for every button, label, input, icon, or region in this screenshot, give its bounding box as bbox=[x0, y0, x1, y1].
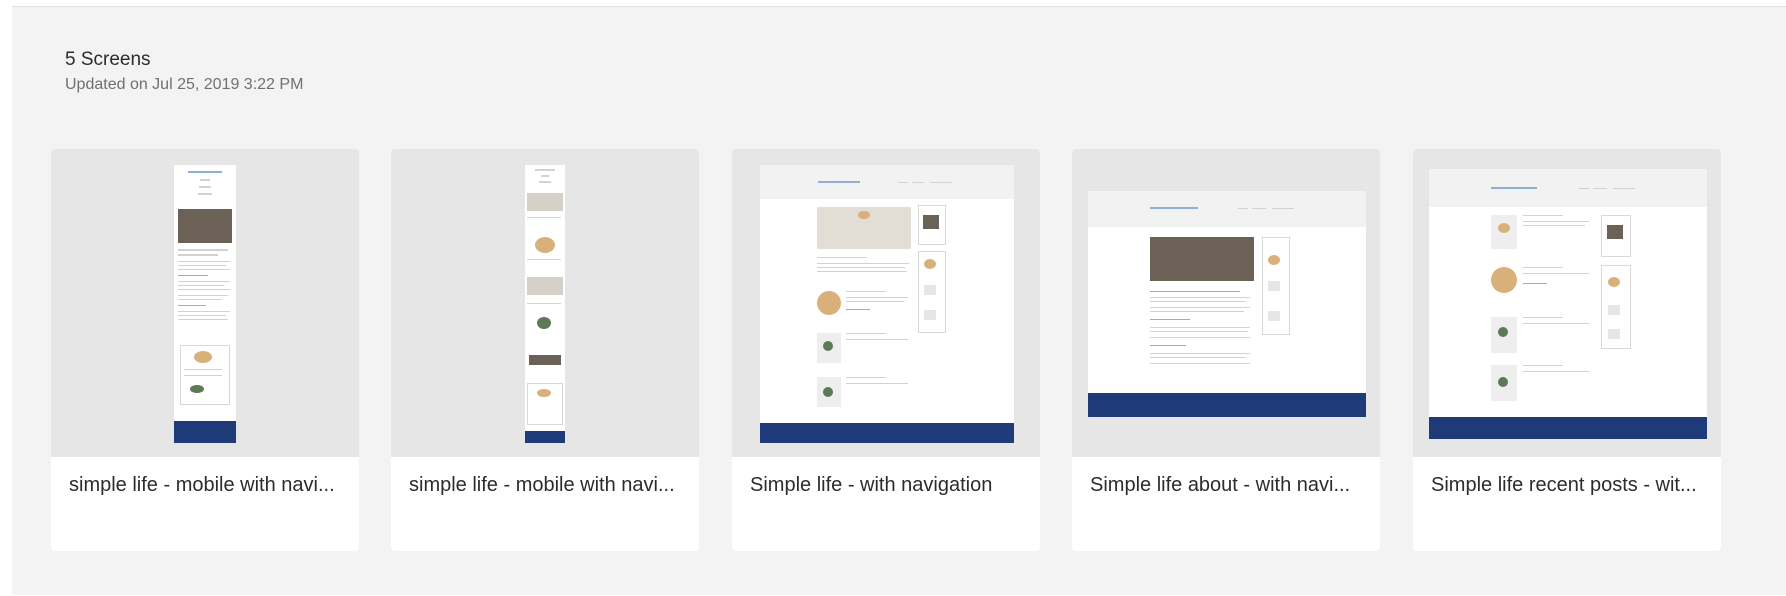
screen-preview bbox=[1429, 169, 1707, 439]
screen-card[interactable]: simple life - mobile with navi... bbox=[391, 149, 699, 551]
screen-title[interactable]: Simple life recent posts - wit... bbox=[1431, 474, 1711, 497]
screen-card[interactable]: simple life - mobile with navi... bbox=[51, 149, 359, 551]
screen-preview bbox=[174, 165, 236, 443]
screen-thumbnail[interactable] bbox=[1413, 149, 1721, 457]
screen-preview bbox=[525, 165, 565, 443]
screen-card[interactable]: Simple life recent posts - wit... bbox=[1413, 149, 1721, 551]
screen-count: 5 Screens bbox=[65, 49, 151, 70]
screen-preview bbox=[760, 165, 1014, 443]
screen-thumbnail[interactable] bbox=[391, 149, 699, 457]
screen-thumbnail[interactable] bbox=[1072, 149, 1380, 457]
screen-title[interactable]: Simple life about - with navi... bbox=[1090, 474, 1370, 497]
updated-timestamp: Updated on Jul 25, 2019 3:22 PM bbox=[65, 76, 304, 93]
screen-card[interactable]: Simple life - with navigation bbox=[732, 149, 1040, 551]
screen-thumbnail[interactable] bbox=[51, 149, 359, 457]
screen-title[interactable]: simple life - mobile with navi... bbox=[69, 474, 349, 497]
screen-title[interactable]: simple life - mobile with navi... bbox=[409, 474, 689, 497]
screen-title[interactable]: Simple life - with navigation bbox=[750, 474, 1030, 497]
screen-card[interactable]: Simple life about - with navi... bbox=[1072, 149, 1380, 551]
screen-preview bbox=[1088, 191, 1366, 417]
screen-thumbnail[interactable] bbox=[732, 149, 1040, 457]
